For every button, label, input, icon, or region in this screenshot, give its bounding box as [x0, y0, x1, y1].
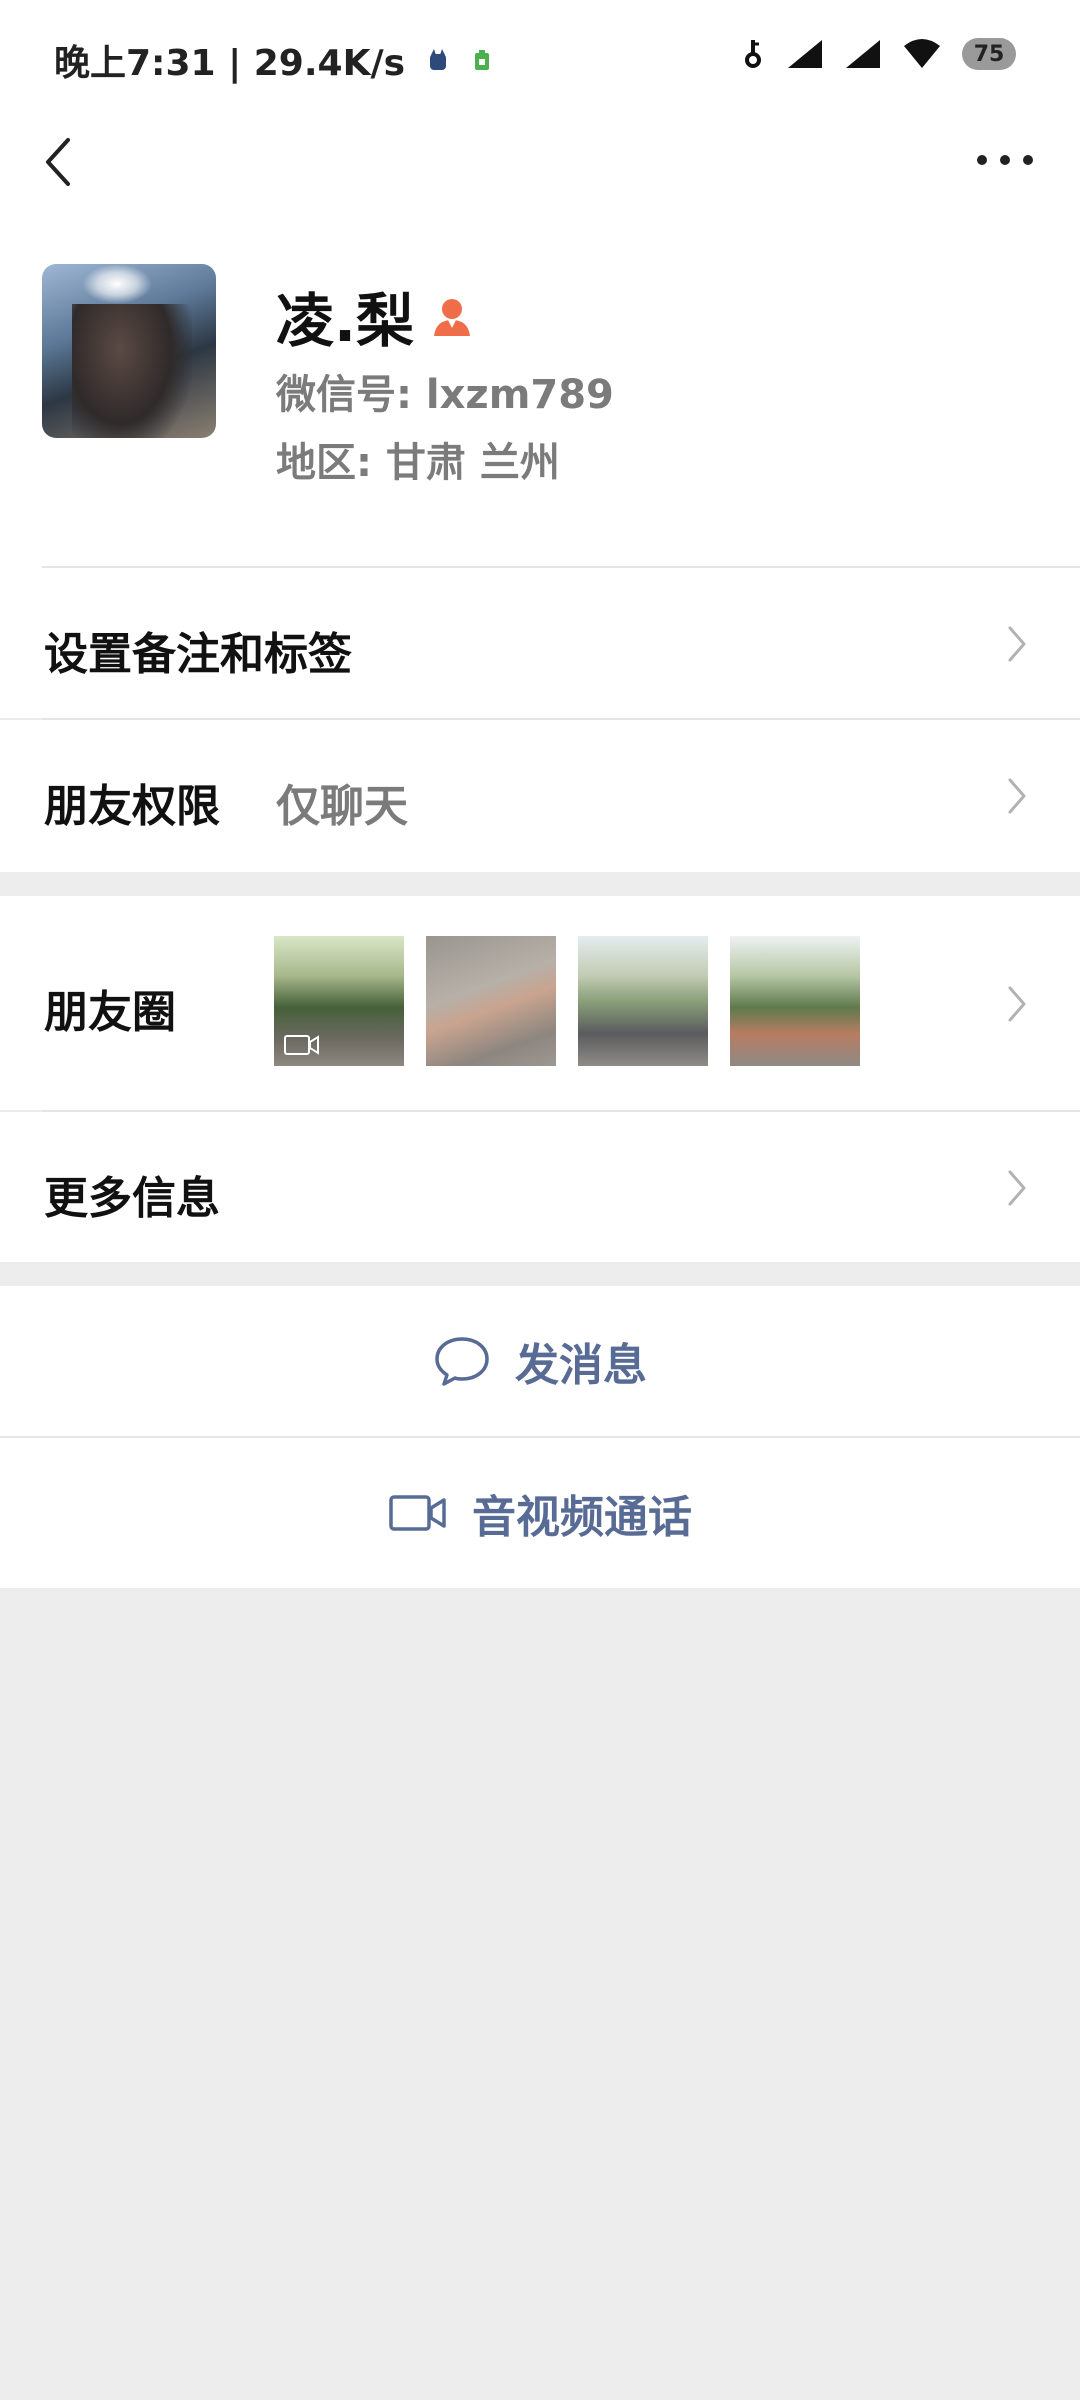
battery-indicator: 75 [962, 38, 1016, 70]
chat-bubble-icon [435, 1337, 489, 1386]
chevron-right-icon [1008, 986, 1026, 1022]
av-call-label: 音视频通话 [472, 1492, 692, 1543]
permissions-row[interactable]: 朋友权限 仅聊天 [0, 720, 1080, 872]
female-gender-icon [434, 299, 471, 336]
video-camera-icon [389, 1495, 446, 1531]
signal-strength-2-icon [846, 40, 880, 68]
contact-name-line: 凌.梨 [276, 274, 474, 358]
avatar-sunlight [82, 264, 152, 304]
status-time-speed: 晚上7:31 | 29.4K/s [54, 43, 406, 84]
moments-thumbnail [578, 936, 708, 1066]
moments-thumbnail [730, 936, 860, 1066]
more-info-row[interactable]: 更多信息 [0, 1112, 1080, 1262]
chevron-right-icon [1008, 626, 1026, 662]
remark-tags-row[interactable]: 设置备注和标签 [0, 568, 1080, 720]
status-bar: 晚上7:31 | 29.4K/s 75 [0, 0, 1080, 110]
permissions-label: 朋友权限 [44, 781, 220, 832]
back-chevron-icon[interactable] [34, 130, 90, 194]
top-nav [0, 110, 1080, 210]
send-message-button[interactable]: 发消息 [0, 1286, 1080, 1436]
avatar-figure [72, 304, 192, 438]
status-right: 75 [744, 38, 1016, 70]
region: 地区: 甘肃 兰州 [276, 440, 560, 486]
contact-profile-page: 晚上7:31 | 29.4K/s 75 凌.梨 微信号: lxzm789 地区:… [0, 0, 1080, 2400]
more-info-label: 更多信息 [44, 1173, 220, 1224]
moments-row[interactable]: 朋友圈 [0, 896, 1080, 1112]
avatar[interactable] [42, 264, 216, 438]
signal-strength-icon [788, 40, 822, 68]
moments-label: 朋友圈 [44, 987, 176, 1038]
wifi-icon [904, 39, 940, 68]
chevron-right-icon [1008, 778, 1026, 814]
send-message-label: 发消息 [515, 1340, 647, 1391]
video-badge-icon [284, 1035, 319, 1055]
bluetooth-key-icon [745, 40, 761, 68]
app-notification-icon [430, 49, 447, 70]
recycle-notification-icon [475, 50, 490, 70]
av-call-button[interactable]: 音视频通话 [0, 1438, 1080, 1588]
wechat-id: 微信号: lxzm789 [276, 372, 614, 418]
moments-thumbnail [274, 936, 404, 1066]
remark-tags-label: 设置备注和标签 [44, 629, 352, 680]
moments-thumbnail [426, 936, 556, 1066]
contact-name: 凌.梨 [276, 287, 415, 355]
profile-header: 凌.梨 微信号: lxzm789 地区: 甘肃 兰州 [0, 210, 1080, 568]
moments-thumbnails [274, 936, 860, 1066]
permissions-value: 仅聊天 [276, 781, 408, 832]
status-left: 晚上7:31 | 29.4K/s [54, 34, 493, 86]
chevron-right-icon [1008, 1170, 1026, 1206]
more-ellipsis-icon[interactable] [970, 140, 1040, 180]
